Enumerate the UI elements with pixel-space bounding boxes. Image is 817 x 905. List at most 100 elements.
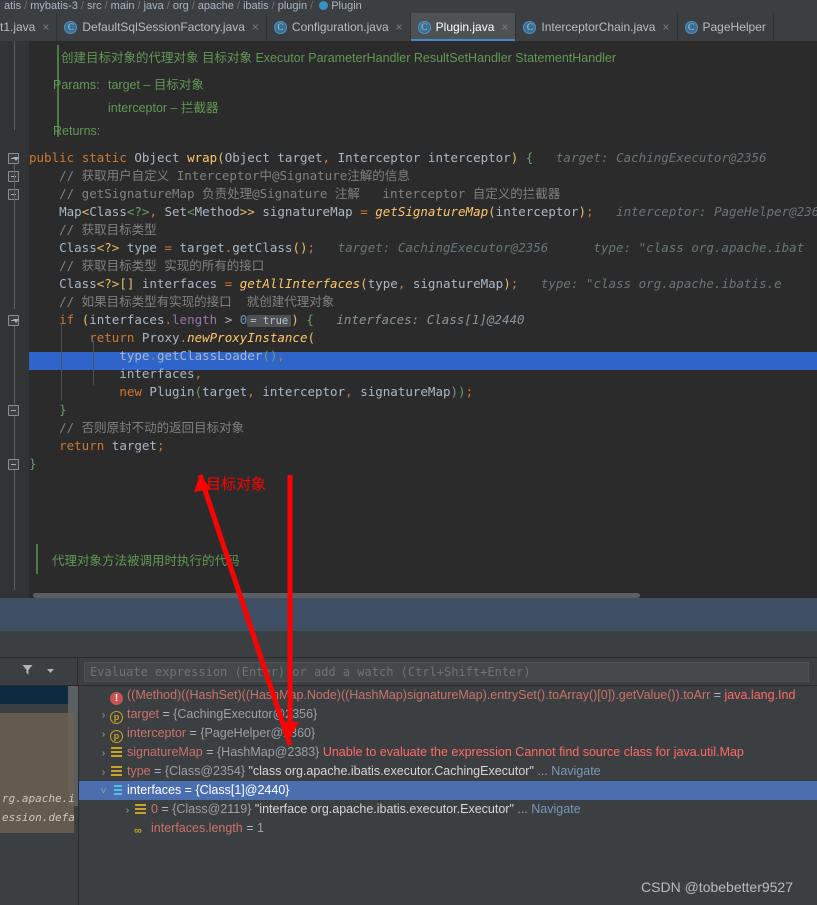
chevron-right-icon[interactable]: › <box>97 744 110 762</box>
variable-row[interactable]: › 0 = {Class@2119} "interface org.apache.… <box>79 800 817 819</box>
variable-name: target <box>127 707 159 721</box>
code-token: ; <box>465 384 474 399</box>
code-line[interactable]: public static Object wrap(Object target,… <box>29 149 767 167</box>
code-token: interfaces <box>29 366 195 381</box>
variable-row[interactable]: › type = {Class@2354} "class org.apache.i… <box>79 762 817 781</box>
code-token: . <box>164 312 173 327</box>
editor-tab[interactable]: t1.java × <box>0 13 58 41</box>
code-line[interactable]: // 否则原封不动的返回目标对象 <box>29 419 244 437</box>
code-token: Class <box>89 204 127 219</box>
breadcrumb-item[interactable]: atis <box>4 0 21 12</box>
code-token: . <box>149 348 157 363</box>
variable-row[interactable]: ∞ interfaces.length = 1 <box>79 819 817 838</box>
code-token: type <box>29 348 150 363</box>
editor-bottom-strip <box>0 598 817 631</box>
code-token: [] <box>119 276 135 291</box>
code-token: interceptor <box>495 204 579 219</box>
variable-row[interactable]: ˅ interfaces = {Class[1]@2440} <box>79 781 817 800</box>
code-token: getClassLoader <box>156 348 263 363</box>
code-line[interactable]: } <box>29 455 37 473</box>
code-line[interactable]: // getSignatureMap 负责处理@Signature 注解 int… <box>29 185 560 203</box>
code-line[interactable]: interfaces, <box>29 365 202 383</box>
code-line[interactable]: type.getClassLoader(), <box>29 347 285 365</box>
chevron-down-icon[interactable] <box>45 663 56 681</box>
code-token: , <box>277 348 285 363</box>
variable-row[interactable]: › signatureMap = {HashMap@2383} Unable to… <box>79 743 817 762</box>
close-icon[interactable]: × <box>662 20 669 34</box>
frames-selected-row[interactable] <box>0 686 78 704</box>
code-token: interfaces <box>89 312 165 327</box>
fold-marker[interactable] <box>8 405 19 416</box>
navigate-link[interactable]: Navigate <box>548 764 600 778</box>
evaluate-expression-input[interactable]: Evaluate expression (Enter) or add a wat… <box>84 662 809 682</box>
code-line[interactable]: new Plugin(target, interceptor, signatur… <box>29 383 473 401</box>
breadcrumb-item[interactable]: main <box>111 0 135 12</box>
editor-tab[interactable]: C Plugin.java × <box>410 13 517 41</box>
code-line[interactable]: return target; <box>29 437 164 455</box>
variable-equals: = <box>158 707 174 721</box>
debugger-toolbar[interactable] <box>0 658 78 686</box>
code-line[interactable]: return Proxy.newProxyInstance( <box>29 329 315 347</box>
map-icon <box>110 764 123 777</box>
fold-marker[interactable] <box>8 315 19 326</box>
breadcrumb-current[interactable]: Plugin <box>331 0 362 12</box>
breadcrumb-item[interactable]: src <box>87 0 102 12</box>
code-line[interactable]: Map<Class<?>, Set<Method>> signatureMap … <box>29 203 817 221</box>
code-content[interactable]: public static Object wrap(Object target,… <box>29 41 817 598</box>
code-line[interactable]: // 如果目标类型有实现的接口 就创建代理对象 <box>29 293 334 311</box>
breadcrumb-item[interactable]: mybatis-3 <box>30 0 78 12</box>
panel-divider[interactable] <box>0 631 817 658</box>
code-token: signatureMap <box>412 276 504 291</box>
code-line[interactable]: Class<?>[] interfaces = getAllInterfaces… <box>29 275 782 293</box>
code-token: <?> <box>126 204 150 219</box>
chevron-right-icon[interactable]: › <box>97 706 110 724</box>
close-icon[interactable]: × <box>396 20 403 34</box>
breadcrumb-item[interactable]: java <box>144 0 164 12</box>
close-icon[interactable]: × <box>501 20 508 34</box>
annotation-target-object: 目标对象 <box>206 476 267 493</box>
variable-ellipsis[interactable]: ... <box>514 802 527 816</box>
code-token: target <box>202 384 248 399</box>
code-line[interactable]: // 获取用户自定义 Interceptor中@Signature注解的信息 <box>29 167 410 185</box>
variables-list[interactable]: ! ((Method)((HashSet)((HashMap.Node)((Has… <box>78 686 817 905</box>
editor-tab[interactable]: C DefaultSqlSessionFactory.java × <box>57 13 267 41</box>
close-icon[interactable]: × <box>252 20 259 34</box>
code-token: // 获取目标类型 实现的所有的接口 <box>29 258 265 273</box>
fold-marker[interactable] <box>8 459 19 470</box>
code-line[interactable]: // 获取目标类型 实现的所有的接口 <box>29 257 264 275</box>
code-token: getClass <box>232 240 293 255</box>
code-line[interactable]: Class<?> type = target.getClass(); targe… <box>29 239 804 257</box>
editor-gutter[interactable] <box>0 41 29 598</box>
code-token: Set <box>164 204 188 219</box>
editor-tab[interactable]: C PageHelper <box>677 13 774 41</box>
chevron-right-icon[interactable]: › <box>97 725 110 743</box>
chevron-down-icon[interactable]: ˅ <box>97 782 110 800</box>
breadcrumb-item[interactable]: ibatis <box>243 0 269 12</box>
chevron-right-icon[interactable]: › <box>97 763 110 781</box>
variable-row[interactable]: › p interceptor = {PageHelper@2360} <box>79 724 817 743</box>
editor-tab[interactable]: C Configuration.java × <box>266 13 411 41</box>
close-icon[interactable]: × <box>42 20 49 34</box>
breadcrumb[interactable]: atis / mybatis-3/src / main / java / org / apache /… <box>0 0 817 13</box>
editor-tab-label: Plugin.java <box>435 20 495 34</box>
filter-icon[interactable] <box>21 663 34 681</box>
editor-tab-bar[interactable]: t1.java × C DefaultSqlSessionFactory.java × C… <box>0 13 817 41</box>
class-file-icon: C <box>417 20 431 34</box>
breadcrumb-item[interactable]: plugin <box>278 0 307 12</box>
variable-row[interactable]: ! ((Method)((HashSet)((HashMap.Node)((Has… <box>79 686 817 705</box>
code-line[interactable]: } <box>29 401 67 419</box>
fold-marker[interactable] <box>8 153 19 164</box>
navigate-link[interactable]: Navigate <box>528 802 580 816</box>
breadcrumb-item[interactable]: apache <box>198 0 234 12</box>
chevron-right-icon[interactable]: › <box>121 801 134 819</box>
variable-ellipsis[interactable]: ... <box>534 764 547 778</box>
code-line[interactable]: // 获取目标类型 <box>29 221 157 239</box>
tooltip-line: rg.apache.ibat <box>2 792 74 805</box>
breadcrumb-item[interactable]: org <box>173 0 189 12</box>
code-token: ) <box>578 204 586 219</box>
code-editor[interactable]: 创建目标对象的代理对象 目标对象 Executor ParameterHandl… <box>0 41 817 598</box>
param-icon: p <box>110 711 123 724</box>
editor-tab[interactable]: C InterceptorChain.java × <box>516 13 678 41</box>
variable-row[interactable]: › p target = {CachingExecutor@2356} <box>79 705 817 724</box>
code-line-highlighted[interactable]: if (interfaces.length > 0 = true) { inter… <box>29 311 525 329</box>
